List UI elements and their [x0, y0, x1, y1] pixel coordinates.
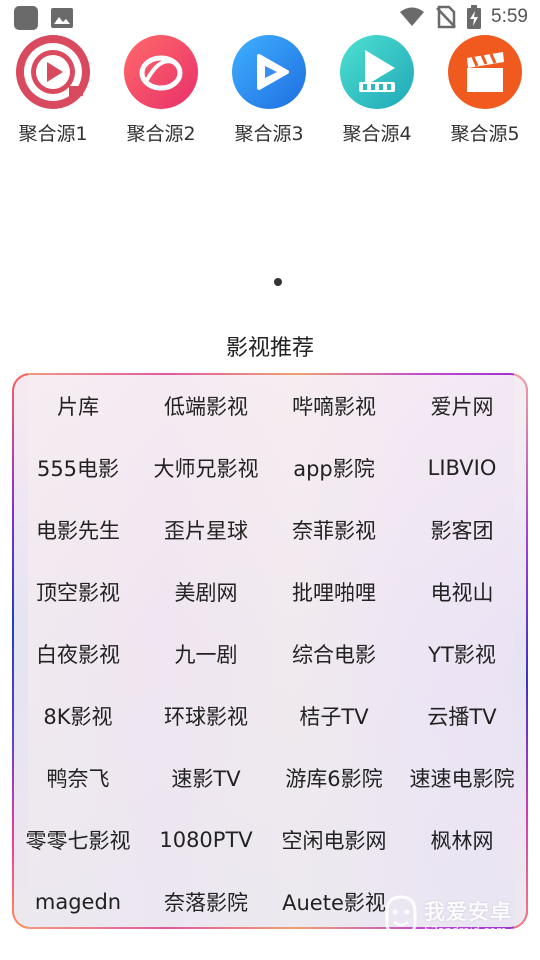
- section-title: 影视推荐: [225, 336, 314, 361]
- site-item[interactable]: 九一剧: [142, 623, 270, 685]
- blue-play-icon: [231, 34, 307, 110]
- site-item[interactable]: 低端影视: [142, 375, 270, 437]
- site-item[interactable]: 速速电影院: [398, 747, 526, 809]
- source-label: 聚合源5: [450, 123, 520, 145]
- android-logo-icon: [385, 895, 417, 937]
- recommend-card: 片库 低端影视 哔嘀影视 爱片网 555电影 大师兄影视 app影院 LIBVI…: [12, 373, 528, 929]
- source-1[interactable]: 聚合源1: [3, 34, 103, 146]
- source-label: 聚合源4: [342, 123, 412, 145]
- site-item[interactable]: 枫林网: [398, 809, 526, 871]
- clock: 5:59: [491, 6, 528, 27]
- source-label: 聚合源1: [18, 123, 88, 145]
- page-indicator-dot: [274, 278, 282, 286]
- site-item[interactable]: 批哩啪哩: [270, 561, 398, 623]
- site-item[interactable]: 影客团: [398, 499, 526, 561]
- site-item[interactable]: 速影TV: [142, 747, 270, 809]
- clapperboard-icon: [447, 34, 523, 110]
- site-item[interactable]: 桔子TV: [270, 685, 398, 747]
- site-item[interactable]: 云播TV: [398, 685, 526, 747]
- site-item[interactable]: 美剧网: [142, 561, 270, 623]
- site-item[interactable]: 电影先生: [14, 499, 142, 561]
- site-item[interactable]: 大师兄影视: [142, 437, 270, 499]
- site-item[interactable]: 鸭奈飞: [14, 747, 142, 809]
- source-5[interactable]: 聚合源5: [435, 34, 535, 146]
- site-item[interactable]: 综合电影: [270, 623, 398, 685]
- no-sim-icon: [436, 5, 456, 29]
- site-item[interactable]: 零零七影视: [14, 809, 142, 871]
- site-item[interactable]: 555电影: [14, 437, 142, 499]
- image-notification-icon: [51, 8, 73, 28]
- site-item[interactable]: magedn: [14, 871, 142, 929]
- site-item[interactable]: 顶空影视: [14, 561, 142, 623]
- site-item[interactable]: 片库: [14, 375, 142, 437]
- source-label: 聚合源2: [126, 123, 196, 145]
- wifi-icon: [400, 7, 425, 26]
- watermark: 我爱安卓 52android.com: [378, 890, 538, 946]
- site-item[interactable]: 哔嘀影视: [270, 375, 398, 437]
- site-item[interactable]: 空闲电影网: [270, 809, 398, 871]
- pink-swirl-icon: [123, 34, 199, 110]
- site-item[interactable]: 游库6影院: [270, 747, 398, 809]
- site-item[interactable]: LIBVIO: [398, 437, 526, 499]
- site-item[interactable]: YT影视: [398, 623, 526, 685]
- site-item[interactable]: 环球影视: [142, 685, 270, 747]
- site-item[interactable]: 奈落影院: [142, 871, 270, 929]
- status-bar: 5:59: [0, 0, 540, 36]
- site-item[interactable]: app影院: [270, 437, 398, 499]
- film-play-icon: [339, 34, 415, 110]
- source-label: 聚合源3: [234, 123, 304, 145]
- source-list: 聚合源1 聚合源2 聚合源3 聚合源4 聚合源5: [0, 34, 540, 154]
- site-grid: 片库 低端影视 哔嘀影视 爱片网 555电影 大师兄影视 app影院 LIBVI…: [14, 375, 526, 929]
- site-item[interactable]: 歪片星球: [142, 499, 270, 561]
- site-item[interactable]: 8K影视: [14, 685, 142, 747]
- play-circle-icon: [15, 34, 91, 110]
- site-item[interactable]: 1080PTV: [142, 809, 270, 871]
- site-item[interactable]: 爱片网: [398, 375, 526, 437]
- watermark-url: 52android.com: [424, 924, 507, 937]
- site-item[interactable]: 电视山: [398, 561, 526, 623]
- site-item[interactable]: 白夜影视: [14, 623, 142, 685]
- battery-charging-icon: [467, 5, 482, 29]
- watermark-text: 我爱安卓: [424, 900, 512, 924]
- source-3[interactable]: 聚合源3: [219, 34, 319, 146]
- source-2[interactable]: 聚合源2: [111, 34, 211, 146]
- source-4[interactable]: 聚合源4: [327, 34, 427, 146]
- app-notification-icon: [14, 6, 38, 30]
- site-item[interactable]: 奈菲影视: [270, 499, 398, 561]
